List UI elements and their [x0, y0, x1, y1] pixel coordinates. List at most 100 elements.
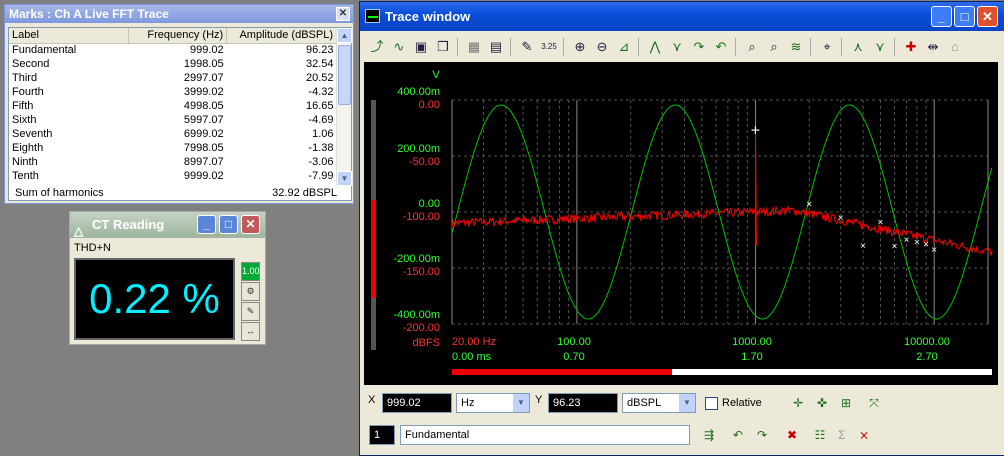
trace-close-button[interactable]: ✕: [977, 6, 998, 27]
column-header-label[interactable]: Label: [9, 28, 130, 44]
ct-title: CT Reading: [92, 217, 165, 232]
add-cursor-2-icon[interactable]: ✜: [812, 393, 832, 413]
column-header-amplitude[interactable]: Amplitude (dBSPL): [226, 28, 337, 44]
marks-title-bar[interactable]: Marks : Ch A Live FFT Trace ✕: [5, 5, 353, 23]
add-cursor-3-icon[interactable]: ⊞: [836, 393, 856, 413]
scroll-thumb[interactable]: [338, 45, 351, 105]
table-row[interactable]: Seventh 6999.02 1.06: [9, 127, 337, 141]
move-mark-icon[interactable]: ⇹: [922, 37, 944, 57]
add-trace-icon[interactable]: ⤴: [366, 37, 388, 57]
column-header-frequency[interactable]: Frequency (Hz): [128, 28, 228, 44]
marks-scrollbar[interactable]: ▲ ▼: [336, 28, 352, 186]
mark-next-icon[interactable]: ↷: [752, 425, 772, 445]
trace-minimize-button[interactable]: _: [931, 6, 952, 27]
mark-label: Tenth: [12, 170, 39, 182]
harmonic-marker[interactable]: ×: [806, 200, 812, 211]
harmonic-marker[interactable]: ×: [892, 241, 898, 252]
ct-minimize-button[interactable]: _: [197, 215, 216, 234]
mark-amplitude: -3.06: [308, 156, 334, 168]
y-unit-select[interactable]: dBSPL ▼: [622, 393, 696, 413]
scale-icon[interactable]: 3.25: [538, 37, 560, 57]
ct-scale-button[interactable]: 1.00: [241, 262, 260, 281]
autoscale-icon[interactable]: ≋: [785, 37, 807, 57]
table-row[interactable]: Ninth 8997.07 -3.06: [9, 155, 337, 169]
edit-icon[interactable]: ✎: [516, 37, 538, 57]
zoom-x-icon[interactable]: ⌕: [741, 37, 763, 57]
cursor-x-field[interactable]: 999.02: [382, 393, 452, 413]
harmonic-marker[interactable]: ×: [923, 239, 929, 250]
harmonic-marker[interactable]: ×: [904, 235, 910, 246]
table-row[interactable]: Second 1998.05 32.54: [9, 57, 337, 71]
fft-trace: [451, 131, 993, 256]
horizontal-scroll-thumb[interactable]: [452, 369, 672, 375]
scroll-down-icon[interactable]: ▼: [337, 171, 352, 186]
harmonic-marker[interactable]: ×: [877, 217, 883, 228]
harmonic-marker[interactable]: ×: [914, 238, 920, 249]
ct-close-button[interactable]: ✕: [241, 215, 260, 234]
clear-marks-icon[interactable]: ⨯: [854, 425, 874, 445]
peak-right-icon[interactable]: ⋎: [666, 37, 688, 57]
relative-checkbox[interactable]: [705, 397, 718, 410]
mark-amplitude: 16.65: [305, 100, 334, 112]
peak-icon[interactable]: ⋀: [644, 37, 666, 57]
harmonic-marker[interactable]: ×: [838, 213, 844, 224]
marks-close-button[interactable]: ✕: [336, 7, 350, 21]
table-row[interactable]: Eighth 7998.05 -1.38: [9, 141, 337, 155]
wave-icon[interactable]: ∿: [388, 37, 410, 57]
mark-amplitude: 1.06: [312, 128, 334, 140]
ct-title-bar[interactable]: △ CT Reading _ □ ✕: [70, 212, 265, 238]
harmonic-marker[interactable]: ×: [931, 245, 937, 256]
up-icon[interactable]: ⋏: [847, 37, 869, 57]
ct-maximize-button[interactable]: □: [219, 215, 238, 234]
peak-prev-icon[interactable]: ↶: [710, 37, 732, 57]
cursor-icon[interactable]: ⌖: [816, 37, 838, 57]
x-tick-time: 0.70: [563, 351, 584, 363]
fit-icon[interactable]: ⊿: [613, 37, 635, 57]
chevron-down-icon[interactable]: ▼: [513, 394, 529, 412]
add-mark-icon[interactable]: ✚: [900, 37, 922, 57]
mark-label: Second: [12, 58, 50, 70]
mark-prev-icon[interactable]: ↶: [728, 425, 748, 445]
scroll-up-icon[interactable]: ▲: [337, 28, 352, 43]
ct-settings-icon[interactable]: ⚙: [241, 282, 260, 301]
trace-plot[interactable]: + × × × × × × × × × V 400.00m 0.00 200.00m -50.00…: [364, 62, 998, 385]
table-row[interactable]: Fourth 3999.02 -4.32: [9, 85, 337, 99]
zoom-y-icon[interactable]: ⌕: [763, 37, 785, 57]
mark-list-icon[interactable]: ☷: [810, 425, 830, 445]
trace-title-bar[interactable]: Trace window _ □ ✕: [360, 2, 1004, 31]
chevron-down-icon[interactable]: ▼: [679, 394, 695, 412]
peak-next-icon[interactable]: ↷: [688, 37, 710, 57]
table-row[interactable]: Third 2997.07 20.52: [9, 71, 337, 85]
grid-icon[interactable]: ▦: [463, 37, 485, 57]
ct-edit-icon[interactable]: ✎: [241, 302, 260, 321]
save-icon[interactable]: ▣: [410, 37, 432, 57]
zoom-out-icon[interactable]: ⊖: [591, 37, 613, 57]
mark-sort-icon[interactable]: ⇶: [699, 425, 719, 445]
x-unit-select[interactable]: Hz ▼: [456, 393, 530, 413]
x-tick-time: 0.00 ms: [452, 351, 492, 363]
move-cursor-icon[interactable]: ⤧: [864, 393, 884, 413]
harmonic-marker[interactable]: +: [751, 122, 760, 139]
mark-name-field[interactable]: Fundamental: [400, 425, 690, 445]
down-icon[interactable]: ⋎: [869, 37, 891, 57]
ct-resize-icon[interactable]: ↔: [241, 322, 260, 341]
table-row[interactable]: Sixth 5997.07 -4.69: [9, 113, 337, 127]
table-row[interactable]: Fundamental 999.02 96.23: [9, 43, 337, 57]
db-tick: -100.00: [403, 211, 440, 223]
relative-label: Relative: [722, 397, 762, 409]
add-cursor-icon[interactable]: ✛: [788, 393, 808, 413]
x-tick-hz: 20.00 Hz: [452, 336, 496, 348]
mark-index-field[interactable]: 1: [369, 425, 395, 445]
cursor-y-field[interactable]: 96.23: [548, 393, 618, 413]
trace-maximize-button[interactable]: □: [954, 6, 975, 27]
sum-icon[interactable]: Σ: [832, 425, 852, 445]
table-row[interactable]: Fifth 4998.05 16.65: [9, 99, 337, 113]
delete-marks-icon[interactable]: ✖: [782, 425, 802, 445]
table-row[interactable]: Tenth 9999.02 -7.99: [9, 169, 337, 183]
copy-icon[interactable]: ❐: [432, 37, 454, 57]
table-icon[interactable]: ▤: [485, 37, 507, 57]
more-icon[interactable]: ⌂: [944, 37, 966, 57]
plot-canvas[interactable]: +×××××× × ×× V 400.00m 0.00 200.00m -50.00…: [364, 62, 998, 385]
harmonic-marker[interactable]: ×: [860, 241, 866, 252]
zoom-in-icon[interactable]: ⊕: [569, 37, 591, 57]
